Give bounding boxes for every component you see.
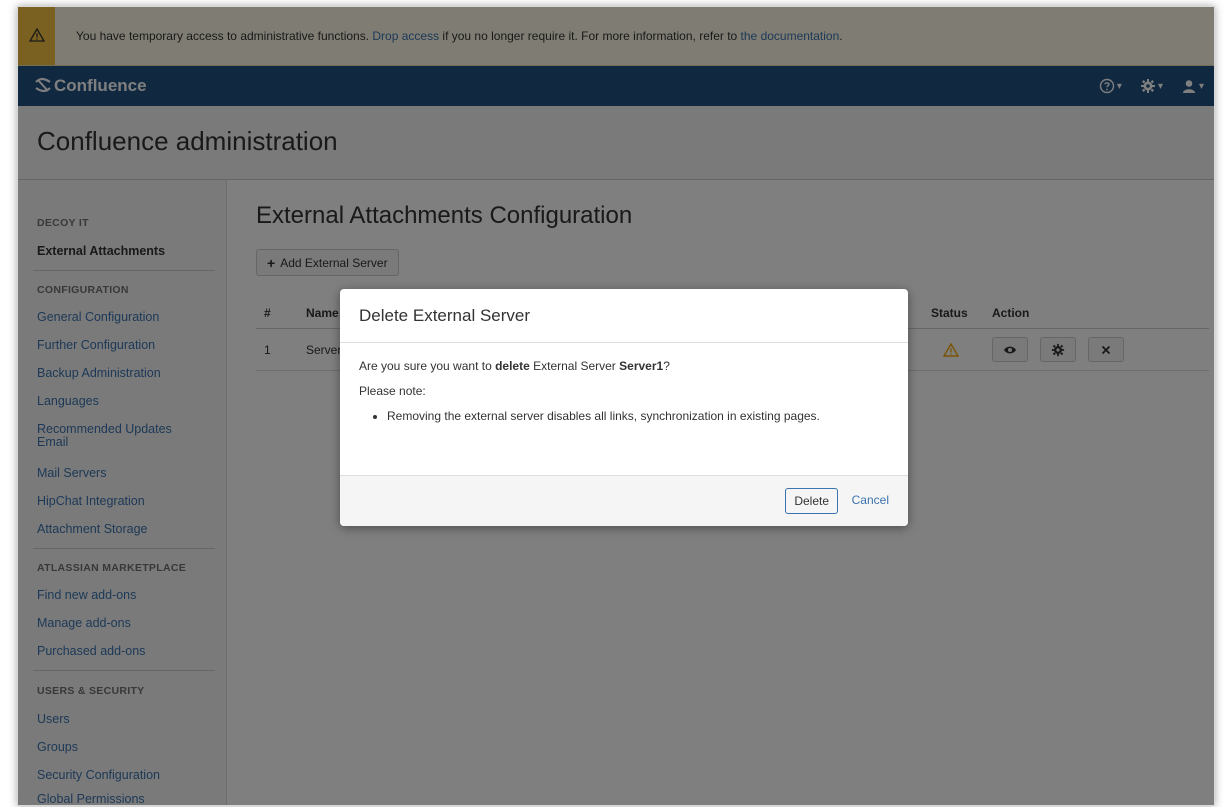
dialog-note-item: Removing the external server disables al… <box>387 409 899 423</box>
dialog-notes-list: Removing the external server disables al… <box>359 409 899 423</box>
question-action: delete <box>495 359 530 373</box>
delete-button[interactable]: Delete <box>785 488 838 514</box>
dialog-footer: Delete Cancel <box>340 475 908 526</box>
delete-server-dialog: Delete External Server Are you sure you … <box>340 289 908 526</box>
dialog-note: Please note: <box>359 384 426 398</box>
question-middle: External Server <box>529 359 620 373</box>
question-server-name: Server1 <box>619 359 664 373</box>
cancel-button[interactable]: Cancel <box>852 493 889 507</box>
browser-frame: You have temporary access to administrat… <box>17 6 1215 806</box>
dialog-title: Delete External Server <box>359 306 531 325</box>
dialog-body: Are you sure you want to delete External… <box>359 359 899 423</box>
dialog-header: Delete External Server <box>340 289 908 343</box>
dialog-question: Are you sure you want to delete External… <box>359 359 899 373</box>
question-suffix: ? <box>663 359 670 373</box>
question-prefix: Are you sure you want to <box>359 359 496 373</box>
